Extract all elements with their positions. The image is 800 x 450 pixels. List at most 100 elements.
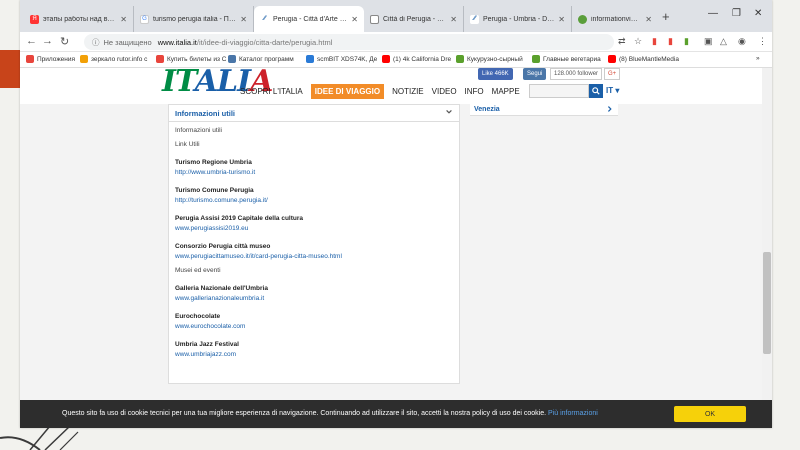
bookmark-item[interactable]: (1) 4k California Dre	[382, 55, 451, 63]
tab-label: informationvine.it	[591, 15, 642, 23]
bookmark-item[interactable]: Приложения	[26, 55, 75, 63]
extension-icon[interactable]: △	[720, 36, 727, 47]
bookmark-item[interactable]: Кукурузно-сырный	[456, 55, 523, 63]
scrollbar-thumb[interactable]	[763, 252, 771, 354]
facebook-like-button[interactable]: Like 466K	[478, 68, 513, 80]
accordion-link[interactable]: www.eurochocolate.com	[175, 322, 453, 331]
close-icon[interactable]: ✕	[558, 15, 565, 24]
tab-label: этапы работы над веб кейс	[43, 15, 116, 23]
vk-follow-button[interactable]: Segui	[523, 68, 547, 80]
star-icon[interactable]: ☆	[634, 36, 642, 47]
menu-icon[interactable]: ⋮	[758, 36, 767, 47]
accordion-link[interactable]: www.gallerianazionaleumbria.it	[175, 294, 453, 303]
back-icon[interactable]: ←	[26, 35, 37, 47]
bookmarks-more-button[interactable]: »	[756, 55, 760, 62]
tab-1[interactable]: G turismo perugia italia - Пои ✕	[134, 6, 254, 32]
accordion-link[interactable]: www.perugiassisi2019.eu	[175, 224, 453, 233]
bookmark-icon	[228, 55, 236, 63]
new-tab-button[interactable]: +	[662, 9, 670, 24]
slide-accent-bar	[0, 50, 22, 88]
browser-window: Я этапы работы над веб кейс ✕ G turismo …	[20, 0, 772, 428]
accordion-link[interactable]: www.perugiacittamuseo.it/it/card-perugia…	[175, 252, 453, 261]
italia-icon: ⁄⁄	[260, 14, 269, 24]
bookmark-item[interactable]: Каталог программ	[228, 55, 294, 63]
translate-icon[interactable]: ⇄	[618, 36, 626, 47]
search-icon	[592, 87, 600, 95]
web-page: ITALIA SCOPRI L'ITALIA IDEE DI VIAGGIO N…	[20, 64, 772, 428]
extension-icon[interactable]: ▮	[684, 36, 689, 47]
close-icon[interactable]: ✕	[450, 15, 457, 24]
forward-icon[interactable]: →	[42, 35, 53, 47]
side-nav-item[interactable]: Venezia	[470, 104, 618, 116]
bookmark-icon	[532, 55, 540, 63]
globe-icon	[578, 14, 587, 24]
nav-info[interactable]: INFO	[465, 87, 484, 96]
tab-2[interactable]: ⁄⁄ Perugia - Città d'Arte - Idee ✕	[254, 6, 364, 32]
accordion-item-title: Turismo Comune Perugia	[175, 187, 254, 194]
close-icon[interactable]: ✕	[645, 15, 652, 24]
bookmark-item[interactable]: Главные вегетариа	[532, 55, 601, 63]
cookie-ok-button[interactable]: OK	[674, 406, 746, 422]
url-field[interactable]: ⓘ Не защищено www.italia.it /it/idee-di-…	[84, 34, 614, 50]
accordion-link[interactable]: www.umbriajazz.com	[175, 350, 453, 359]
main-nav: SCOPRI L'ITALIA IDEE DI VIAGGIO NOTIZIE …	[240, 84, 528, 99]
reload-icon[interactable]: ↻	[60, 35, 69, 48]
accordion-item-title: Eurochocolate	[175, 313, 221, 320]
accordion-link[interactable]: http://turismo.comune.perugia.it/	[175, 196, 453, 205]
search-button[interactable]	[589, 84, 603, 98]
accordion-link[interactable]: http://www.umbria-turismo.it	[175, 168, 453, 177]
page-icon	[370, 14, 379, 24]
minimize-button[interactable]: —	[708, 8, 718, 19]
tab-4[interactable]: ⁄⁄ Perugia - Umbria - Discove ✕	[464, 6, 572, 32]
close-icon[interactable]: ✕	[240, 15, 247, 24]
language-selector[interactable]: IT ▾	[606, 86, 619, 95]
accordion-item-title: Consorzio Perugia città museo	[175, 243, 271, 250]
close-window-button[interactable]: ✕	[754, 8, 762, 19]
nav-idee-di-viaggio[interactable]: IDEE DI VIAGGIO	[310, 84, 385, 99]
chevron-down-icon	[446, 109, 452, 114]
tab-label: turismo perugia italia - Пои	[153, 15, 237, 23]
tab-bar: Я этапы работы над веб кейс ✕ G turismo …	[20, 0, 772, 32]
bookmark-item[interactable]: (8) BlueMantleMedia	[608, 55, 679, 63]
nav-notizie[interactable]: NOTIZIE	[392, 87, 424, 96]
page-content: Informazioni utili Informazioni utili Lin…	[20, 104, 772, 428]
url-domain: www.italia.it	[157, 37, 197, 47]
nav-mappe[interactable]: MAPPE	[492, 87, 520, 96]
close-icon[interactable]: ✕	[120, 15, 127, 24]
account-icon[interactable]: ◉	[738, 36, 746, 47]
maximize-button[interactable]: ❐	[732, 8, 741, 19]
accordion-item-title: Perugia Assisi 2019 Capitale della cultu…	[175, 215, 304, 222]
nav-video[interactable]: VIDEO	[432, 87, 457, 96]
accordion-text: Link Utili	[175, 141, 200, 148]
search-input[interactable]	[529, 84, 589, 98]
cookie-more-link[interactable]: Più informazioni	[548, 410, 598, 417]
tab-3[interactable]: Città di Perugia - Turismo ✕	[364, 6, 464, 32]
follower-count: 128.000 follower	[550, 68, 603, 80]
accordion-title: Informazioni utili	[175, 108, 235, 118]
tab-label: Perugia - Umbria - Discove	[483, 15, 554, 23]
bookmark-item[interactable]: зеркало rutor.info c	[80, 55, 147, 63]
bookmark-icon	[456, 55, 464, 63]
extension-icon[interactable]: ▮	[652, 36, 657, 47]
bookmarks-bar: Приложения зеркало rutor.info c Купить б…	[20, 52, 772, 68]
tab-0[interactable]: Я этапы работы над веб кейс ✕	[24, 6, 134, 32]
tab-label: Perugia - Città d'Arte - Idee	[273, 15, 347, 23]
apps-icon	[26, 55, 34, 63]
accordion-header[interactable]: Informazioni utili	[169, 105, 459, 122]
gplus-button[interactable]: G+	[604, 68, 621, 80]
bookmark-item[interactable]: scmBIT XDS74K, Де	[306, 55, 377, 63]
google-icon: G	[140, 14, 149, 24]
tab-5[interactable]: informationvine.it ✕	[572, 6, 658, 32]
accordion-item-title: Turismo Regione Umbria	[175, 159, 252, 166]
chevron-right-icon	[607, 106, 612, 112]
site-header: ITALIA SCOPRI L'ITALIA IDEE DI VIAGGIO N…	[20, 64, 772, 104]
yandex-icon: Я	[30, 14, 39, 24]
nav-scopri[interactable]: SCOPRI L'ITALIA	[240, 87, 303, 96]
extension-icon[interactable]: ▣	[704, 36, 713, 47]
bookmark-item[interactable]: Купить билеты из С	[156, 55, 226, 63]
info-icon[interactable]: ⓘ	[92, 37, 100, 48]
cookie-banner: Questo sito fa uso di cookie tecnici per…	[20, 400, 772, 428]
scrollbar-track[interactable]	[762, 68, 772, 428]
close-icon[interactable]: ✕	[351, 15, 358, 24]
extension-icon[interactable]: ▮	[668, 36, 673, 47]
